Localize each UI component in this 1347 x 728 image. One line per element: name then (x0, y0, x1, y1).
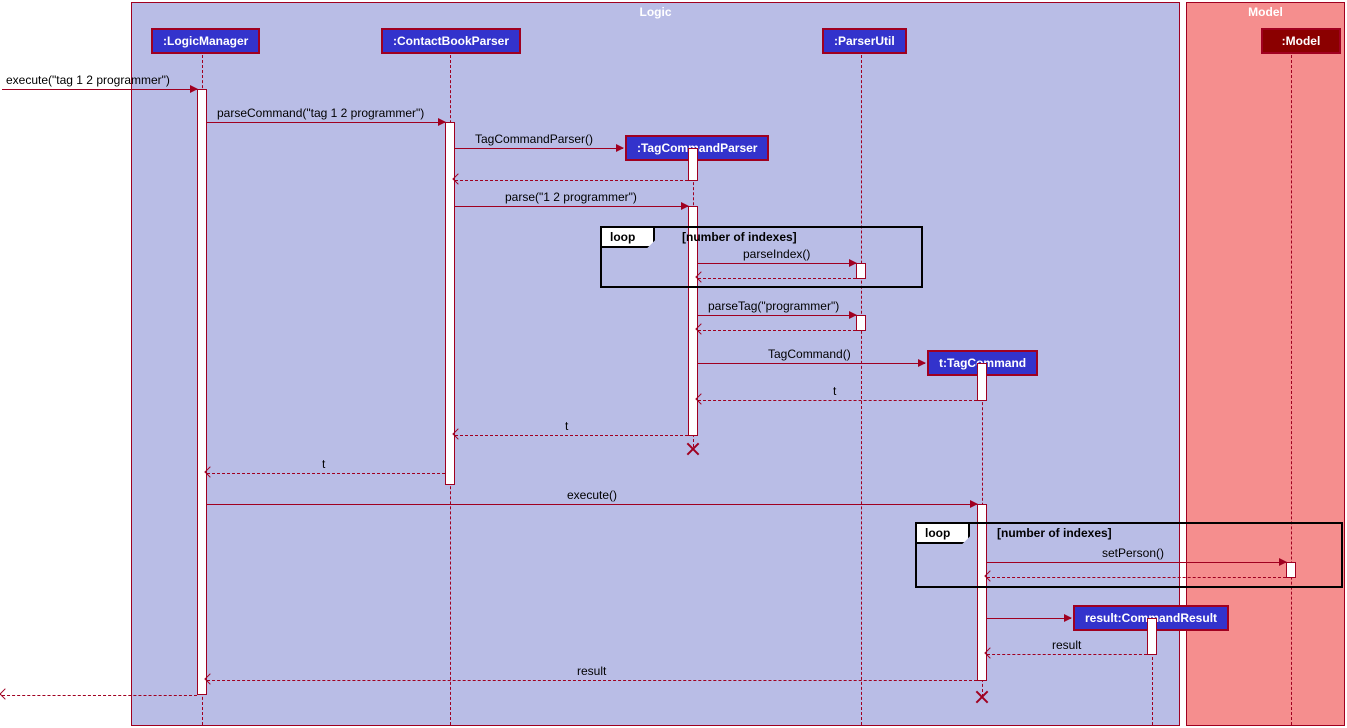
parser-util-lifeline (861, 55, 862, 725)
msg-return-result2-label: result (577, 664, 606, 678)
logic-manager-participant: :LogicManager (151, 28, 260, 54)
msg-execute-in: execute("tag 1 2 programmer") (2, 89, 197, 90)
arrow-icon (616, 144, 624, 152)
arrow-icon (438, 118, 446, 126)
loop-2-guard: [number of indexes] (997, 526, 1112, 540)
destroy-icon (974, 688, 990, 704)
msg-parse-index-return (698, 278, 856, 279)
msg-return-t2-label: t (565, 419, 568, 433)
loop-1-guard: [number of indexes] (682, 230, 797, 244)
msg-return-t2: t (455, 435, 688, 436)
logic-frame-title: Logic (640, 3, 672, 21)
msg-set-person: setPerson() (987, 562, 1286, 563)
msg-parse: parse("1 2 programmer") (455, 206, 688, 207)
tag-command-activation (977, 363, 987, 401)
arrow-icon (849, 311, 857, 319)
arrow-icon (0, 688, 11, 699)
msg-return-t1-label: t (833, 384, 836, 398)
loop-1-label: loop (602, 228, 655, 248)
msg-return-t3-label: t (322, 457, 325, 471)
msg-tag-cmd-parser-create-label: TagCommandParser() (475, 132, 593, 146)
arrow-icon (1279, 558, 1287, 566)
arrow-icon (190, 85, 198, 93)
arrow-icon (970, 500, 978, 508)
msg-tag-cmd-parser-return (455, 180, 688, 181)
model-participant: :Model (1261, 28, 1341, 54)
arrow-icon (1064, 614, 1072, 622)
msg-return-result1-label: result (1052, 638, 1081, 652)
model-lifeline (1291, 55, 1292, 725)
msg-set-person-label: setPerson() (1102, 546, 1164, 560)
arrow-icon (849, 259, 857, 267)
destroy-icon (685, 440, 701, 456)
msg-tag-command-create-label: TagCommand() (768, 347, 851, 361)
msg-return-t1: t (698, 400, 977, 401)
msg-parse-index: parseIndex() (698, 263, 856, 264)
contact-book-parser-participant: :ContactBookParser (381, 28, 521, 54)
tag-command-parser-act1 (688, 148, 698, 181)
msg-execute2: execute() (207, 504, 977, 505)
msg-execute-in-label: execute("tag 1 2 programmer") (6, 73, 170, 87)
command-result-activation (1147, 618, 1157, 655)
msg-command-result-create (987, 618, 1071, 619)
msg-parse-tag: parseTag("programmer") (698, 315, 856, 316)
arrow-icon (681, 202, 689, 210)
loop-2-label: loop (917, 524, 970, 544)
msg-parse-command-label: parseCommand("tag 1 2 programmer") (217, 106, 424, 120)
arrow-icon (918, 359, 926, 367)
msg-execute2-label: execute() (567, 488, 617, 502)
msg-parse-tag-label: parseTag("programmer") (708, 299, 839, 313)
msg-final-return (2, 695, 197, 696)
msg-return-result1: result (987, 654, 1147, 655)
parser-util-participant: :ParserUtil (822, 28, 907, 54)
model-frame-title: Model (1248, 3, 1283, 21)
msg-return-t3: t (207, 473, 445, 474)
msg-parse-index-label: parseIndex() (743, 247, 810, 261)
msg-set-person-return (987, 577, 1286, 578)
msg-return-result2: result (207, 680, 977, 681)
parser-util-act2 (856, 315, 866, 331)
msg-parse-label: parse("1 2 programmer") (505, 190, 637, 204)
msg-tag-command-create: TagCommand() (698, 363, 925, 364)
msg-parse-command: parseCommand("tag 1 2 programmer") (207, 122, 445, 123)
msg-tag-cmd-parser-create: TagCommandParser() (455, 148, 623, 149)
msg-parse-tag-return (698, 330, 856, 331)
logic-manager-activation (197, 89, 207, 695)
